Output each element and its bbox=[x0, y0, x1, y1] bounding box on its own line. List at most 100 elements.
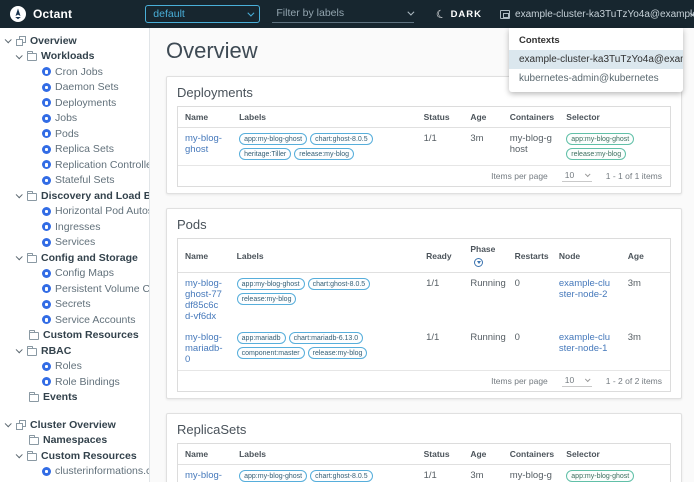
context-menu-item[interactable]: kubernetes-admin@kubernetes bbox=[509, 69, 683, 88]
column-header-restarts: Restarts bbox=[507, 239, 552, 273]
status-cell: 1/1 bbox=[423, 133, 437, 144]
label-badge[interactable]: component:master bbox=[236, 347, 305, 359]
moon-icon: ☾ bbox=[434, 7, 448, 22]
node-link[interactable]: example-cluster-node-1 bbox=[559, 332, 614, 354]
sidebar-item-role-bindings[interactable]: Role Bindings bbox=[0, 374, 149, 390]
chevron-down-icon[interactable] bbox=[15, 346, 23, 354]
deployment-link[interactable]: my-blog-ghost bbox=[185, 133, 225, 155]
selector-badge[interactable]: app:my-blog-ghost bbox=[566, 133, 635, 145]
age-cell: 3m bbox=[470, 470, 484, 481]
contexts-menu-title: Contexts bbox=[519, 35, 560, 46]
sidebar-item-deployments[interactable]: Deployments bbox=[0, 95, 149, 111]
daemon-sets-icon bbox=[42, 82, 51, 92]
sidebar-item-workloads[interactable]: Workloads bbox=[0, 49, 149, 65]
folder-icon bbox=[29, 330, 39, 341]
column-header-labels: Labels bbox=[232, 107, 417, 128]
stateful-sets-icon bbox=[42, 175, 51, 185]
sidebar-item-pods[interactable]: Pods bbox=[0, 126, 149, 142]
sidebar-item-jobs[interactable]: Jobs bbox=[0, 111, 149, 127]
sidebar-item-stateful-sets[interactable]: Stateful Sets bbox=[0, 173, 149, 189]
sidebar-item-discovery-and-load-balancing[interactable]: Discovery and Load Balancing bbox=[0, 188, 149, 204]
label-badge[interactable]: release:my-blog bbox=[236, 293, 297, 305]
octant-logo-icon bbox=[10, 6, 26, 22]
sidebar-item-overview[interactable]: Overview bbox=[0, 33, 149, 49]
sidebar-item-roles[interactable]: Roles bbox=[0, 359, 149, 375]
sidebar-item-config-maps[interactable]: Config Maps bbox=[0, 266, 149, 282]
replicasets-card: ReplicaSets Name Labels Status Age Conta… bbox=[166, 413, 682, 482]
service-accounts-icon bbox=[42, 315, 51, 325]
label-badge[interactable]: app:my-blog-ghost bbox=[239, 133, 308, 145]
label-filter-input[interactable]: Filter by labels bbox=[272, 5, 415, 23]
sidebar-item-ingresses[interactable]: Ingresses bbox=[0, 219, 149, 235]
sidebar-item-events[interactable]: Events bbox=[0, 390, 149, 406]
phase-cell: Running bbox=[470, 278, 506, 289]
applications-icon bbox=[16, 35, 26, 46]
sidebar-item-secrets[interactable]: Secrets bbox=[0, 297, 149, 313]
column-header-labels: Labels bbox=[229, 239, 420, 273]
label-badge[interactable]: heritage:Tiller bbox=[239, 148, 292, 160]
sidebar-item-cluster-overview[interactable]: Cluster Overview bbox=[0, 417, 149, 433]
sidebar-item-config-and-storage[interactable]: Config and Storage bbox=[0, 250, 149, 266]
sidebar-item-cluster-custom-resources[interactable]: Custom Resources bbox=[0, 448, 149, 464]
sidebar-item-namespaces[interactable]: Namespaces bbox=[0, 433, 149, 449]
selector-badge[interactable]: app:my-blog-ghost bbox=[566, 470, 635, 482]
context-selector-label: example-cluster-ka3TuTzYo4a@example-clus… bbox=[515, 8, 694, 20]
context-selector[interactable]: example-cluster-ka3TuTzYo4a@example-clus… bbox=[500, 9, 694, 20]
chevron-down-icon[interactable] bbox=[4, 420, 12, 428]
sidebar-item-services[interactable]: Services bbox=[0, 235, 149, 251]
label-badge[interactable]: chart:ghost-8.0.5 bbox=[310, 133, 373, 145]
sidebar-item-custom-resources[interactable]: Custom Resources bbox=[0, 328, 149, 344]
namespace-select[interactable]: default bbox=[145, 5, 261, 23]
column-header-containers: Containers bbox=[502, 107, 560, 128]
pod-link[interactable]: my-blog-ghost-77df85c6cd-vf6dx bbox=[185, 278, 223, 322]
pod-link[interactable]: my-blog-mariadb-0 bbox=[185, 332, 223, 365]
label-badge[interactable]: release:my-blog bbox=[307, 347, 368, 359]
label-badge[interactable]: app:mariadb bbox=[236, 332, 286, 344]
pods-card: Pods Name Labels Ready Phase Restarts No… bbox=[166, 208, 682, 399]
label-badge[interactable]: release:my-blog bbox=[294, 148, 355, 160]
pagination-footer: Items per page 10 1 - 2 of 2 items bbox=[178, 370, 670, 391]
sidebar-item-persistent-volume-claims[interactable]: Persistent Volume Claims bbox=[0, 281, 149, 297]
sidebar-item-replication-controllers[interactable]: Replication Controllers bbox=[0, 157, 149, 173]
restarts-cell: 0 bbox=[514, 332, 520, 343]
sidebar-item-rbac[interactable]: RBAC bbox=[0, 343, 149, 359]
sidebar-item-service-accounts[interactable]: Service Accounts bbox=[0, 312, 149, 328]
items-per-page-select[interactable]: 10 bbox=[561, 375, 592, 387]
chevron-down-icon bbox=[584, 171, 591, 178]
chevron-down-icon[interactable] bbox=[15, 52, 23, 60]
items-per-page-value: 10 bbox=[564, 170, 575, 180]
pods-datagrid: Name Labels Ready Phase Restarts Node Ag… bbox=[177, 238, 671, 392]
label-badge[interactable]: chart:ghost-8.0.5 bbox=[310, 470, 373, 482]
folder-icon bbox=[29, 435, 39, 446]
deployments-card: Deployments Name Labels Status Age Conta… bbox=[166, 76, 682, 194]
context-menu-item[interactable]: example-cluster-ka3TuTzYo4a@example-clu.… bbox=[509, 50, 683, 69]
theme-toggle-button[interactable]: ☾ DARK bbox=[434, 7, 482, 22]
replicaset-link[interactable]: my-blog-ghost-77df85c6cd bbox=[185, 470, 225, 482]
label-badge[interactable]: app:my-blog-ghost bbox=[236, 278, 305, 290]
filter-funnel-icon[interactable] bbox=[474, 258, 484, 267]
sidebar-item-replica-sets[interactable]: Replica Sets bbox=[0, 142, 149, 158]
secrets-icon bbox=[42, 299, 51, 309]
chevron-down-icon[interactable] bbox=[15, 253, 23, 261]
chevron-down-icon[interactable] bbox=[15, 451, 23, 459]
replication-controllers-icon bbox=[42, 160, 51, 170]
age-cell: 3m bbox=[470, 133, 484, 144]
horizontal-pod-autoscalers-icon bbox=[42, 206, 51, 216]
label-badge[interactable]: chart:mariadb-6.13.0 bbox=[288, 332, 364, 344]
replicasets-card-title: ReplicaSets bbox=[177, 422, 247, 437]
phase-cell: Running bbox=[470, 332, 506, 343]
label-badge[interactable]: app:my-blog-ghost bbox=[239, 470, 308, 482]
items-per-page-select[interactable]: 10 bbox=[561, 170, 592, 182]
navigation-sidebar: Overview Workloads Cron Jobs Daemon Sets… bbox=[0, 28, 150, 482]
chevron-down-icon[interactable] bbox=[4, 36, 12, 44]
chevron-down-icon[interactable] bbox=[15, 191, 23, 199]
label-badge[interactable]: chart:ghost-8.0.5 bbox=[307, 278, 371, 290]
sidebar-item-cron-jobs[interactable]: Cron Jobs bbox=[0, 64, 149, 80]
sidebar-item-clusterinformations[interactable]: clusterinformations.crd.projec bbox=[0, 464, 149, 480]
sidebar-item-horizontal-pod-autoscalers[interactable]: Horizontal Pod Autoscalers bbox=[0, 204, 149, 220]
selector-badge[interactable]: release:my-blog bbox=[566, 148, 627, 160]
sidebar-item-daemon-sets[interactable]: Daemon Sets bbox=[0, 80, 149, 96]
column-header-name: Name bbox=[178, 239, 230, 273]
node-link[interactable]: example-cluster-node-2 bbox=[559, 278, 614, 300]
items-per-page-label: Items per page bbox=[491, 376, 548, 386]
